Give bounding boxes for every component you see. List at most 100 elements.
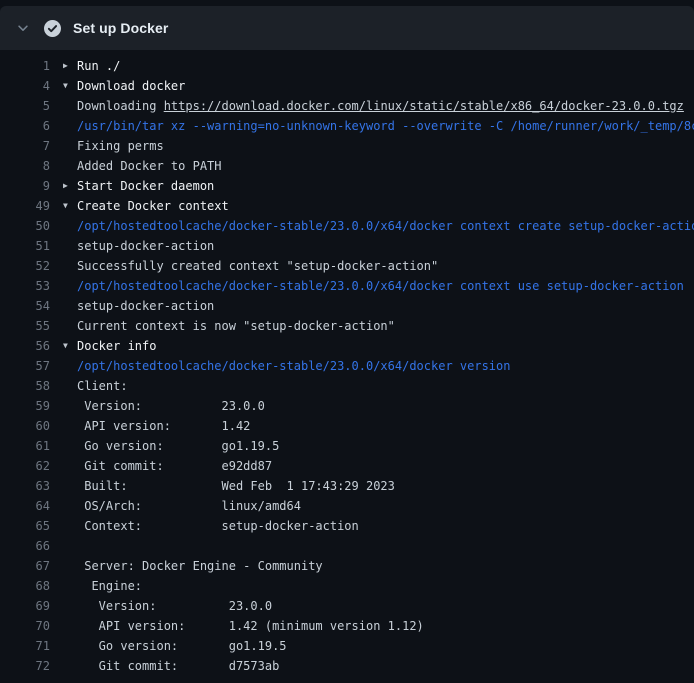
log-text: Server: Docker Engine - Community — [77, 556, 323, 576]
log-line: 58 Client: — [0, 376, 694, 396]
download-url-link[interactable]: https://download.docker.com/linux/static… — [164, 99, 684, 113]
log-line: 8 Added Docker to PATH — [0, 156, 694, 176]
log-text: API version: 1.42 — [77, 416, 250, 436]
line-number[interactable]: 56 — [0, 336, 50, 356]
line-number[interactable]: 66 — [0, 536, 50, 556]
log-line: 68 Engine: — [0, 576, 694, 596]
line-number[interactable]: 50 — [0, 216, 50, 236]
log-text: Client: — [77, 376, 128, 396]
log-group-header[interactable]: 49 ▼Create Docker context — [0, 196, 694, 216]
triangle-down-icon[interactable]: ▼ — [63, 336, 77, 356]
log-text: Go version: go1.19.5 — [77, 636, 287, 656]
log-text: OS/Arch: linux/amd64 — [77, 496, 301, 516]
log-text: setup-docker-action — [77, 296, 214, 316]
line-number[interactable]: 8 — [0, 156, 50, 176]
log-line: 72 Git commit: d7573ab — [0, 656, 694, 676]
log-text: Built: Wed Feb 1 17:43:29 2023 — [77, 476, 395, 496]
log-line: 65 Context: setup-docker-action — [0, 516, 694, 536]
line-number[interactable]: 67 — [0, 556, 50, 576]
log-group-header[interactable]: 56 ▼Docker info — [0, 336, 694, 356]
line-number[interactable]: 53 — [0, 276, 50, 296]
line-number[interactable]: 59 — [0, 396, 50, 416]
log-text: Successfully created context "setup-dock… — [77, 256, 438, 276]
log-line: 6/usr/bin/tar xz --warning=no-unknown-ke… — [0, 116, 694, 136]
line-number[interactable]: 49 — [0, 196, 50, 216]
log-line: 67 Server: Docker Engine - Community — [0, 556, 694, 576]
line-number[interactable]: 4 — [0, 76, 50, 96]
log-line: 7 Fixing perms — [0, 136, 694, 156]
log-line: 50/opt/hostedtoolcache/docker-stable/23.… — [0, 216, 694, 236]
line-number[interactable]: 52 — [0, 256, 50, 276]
command-text: /usr/bin/tar xz --warning=no-unknown-key… — [77, 116, 694, 136]
line-number[interactable]: 1 — [0, 56, 50, 76]
step-title: Set up Docker — [73, 20, 168, 36]
log-group-header[interactable]: 4 ▼Download docker — [0, 76, 694, 96]
command-text: /opt/hostedtoolcache/docker-stable/23.0.… — [77, 356, 510, 376]
log-text: Context: setup-docker-action — [77, 516, 359, 536]
log-line: 54 setup-docker-action — [0, 296, 694, 316]
line-number[interactable]: 62 — [0, 456, 50, 476]
log-line: 63 Built: Wed Feb 1 17:43:29 2023 — [0, 476, 694, 496]
log-group-header[interactable]: 1 ▶Run ./ — [0, 56, 694, 76]
log-text: Engine: — [77, 576, 142, 596]
log-text: API version: 1.42 (minimum version 1.12) — [77, 616, 424, 636]
check-circle-icon — [44, 20, 61, 37]
log-line: 64 OS/Arch: linux/amd64 — [0, 496, 694, 516]
log-line: 51setup-docker-action — [0, 236, 694, 256]
log-line: 69 Version: 23.0.0 — [0, 596, 694, 616]
log-text: Download docker — [77, 76, 185, 96]
log-text: Run ./ — [77, 56, 120, 76]
log-line: 60 API version: 1.42 — [0, 416, 694, 436]
line-number[interactable]: 51 — [0, 236, 50, 256]
log-line: 53/opt/hostedtoolcache/docker-stable/23.… — [0, 276, 694, 296]
log-text-prefix: Downloading — [77, 99, 164, 113]
line-number[interactable]: 60 — [0, 416, 50, 436]
line-number[interactable]: 6 — [0, 116, 50, 136]
log-group-header[interactable]: 9 ▶Start Docker daemon — [0, 176, 694, 196]
log-line: 66 — [0, 536, 694, 556]
triangle-down-icon[interactable]: ▼ — [63, 196, 77, 216]
triangle-right-icon[interactable]: ▶ — [63, 176, 77, 196]
log-text: Git commit: d7573ab — [77, 656, 279, 676]
log-line: 57/opt/hostedtoolcache/docker-stable/23.… — [0, 356, 694, 376]
line-number[interactable]: 54 — [0, 296, 50, 316]
log-lines: 1▶Run ./4▼Download docker5Downloading ht… — [0, 50, 694, 676]
log-line: 55 Current context is now "setup-docker-a… — [0, 316, 694, 336]
log-text: Start Docker daemon — [77, 176, 214, 196]
line-number[interactable]: 58 — [0, 376, 50, 396]
line-number[interactable]: 9 — [0, 176, 50, 196]
log-text: Current context is now "setup-docker-act… — [77, 316, 395, 336]
log-text: Version: 23.0.0 — [77, 396, 265, 416]
log-text: Create Docker context — [77, 196, 229, 216]
line-number[interactable]: 65 — [0, 516, 50, 536]
command-text: /opt/hostedtoolcache/docker-stable/23.0.… — [77, 216, 694, 236]
log-text: Docker info — [77, 336, 156, 356]
line-number[interactable]: 55 — [0, 316, 50, 336]
line-number[interactable]: 70 — [0, 616, 50, 636]
log-line: 59 Version: 23.0.0 — [0, 396, 694, 416]
line-number[interactable]: 68 — [0, 576, 50, 596]
log-line: 61 Go version: go1.19.5 — [0, 436, 694, 456]
log-text: Added Docker to PATH — [77, 156, 222, 176]
line-number[interactable]: 61 — [0, 436, 50, 456]
log-line: 5 Downloading https://download.docker.com… — [0, 96, 694, 116]
log-text: Git commit: e92dd87 — [77, 456, 272, 476]
line-number[interactable]: 5 — [0, 96, 50, 116]
line-number[interactable]: 64 — [0, 496, 50, 516]
triangle-right-icon[interactable]: ▶ — [63, 56, 77, 76]
line-number[interactable]: 69 — [0, 596, 50, 616]
triangle-down-icon[interactable]: ▼ — [63, 76, 77, 96]
line-number[interactable]: 71 — [0, 636, 50, 656]
log-line: 62 Git commit: e92dd87 — [0, 456, 694, 476]
log-text: Go version: go1.19.5 — [77, 436, 279, 456]
command-text: /opt/hostedtoolcache/docker-stable/23.0.… — [77, 276, 684, 296]
line-number[interactable]: 72 — [0, 656, 50, 676]
line-number[interactable]: 57 — [0, 356, 50, 376]
log-text: Fixing perms — [77, 136, 164, 156]
log-line: 52 Successfully created context "setup-do… — [0, 256, 694, 276]
chevron-down-icon[interactable] — [14, 19, 32, 37]
log-text: Version: 23.0.0 — [77, 596, 272, 616]
line-number[interactable]: 7 — [0, 136, 50, 156]
line-number[interactable]: 63 — [0, 476, 50, 496]
step-header[interactable]: Set up Docker — [0, 6, 694, 50]
